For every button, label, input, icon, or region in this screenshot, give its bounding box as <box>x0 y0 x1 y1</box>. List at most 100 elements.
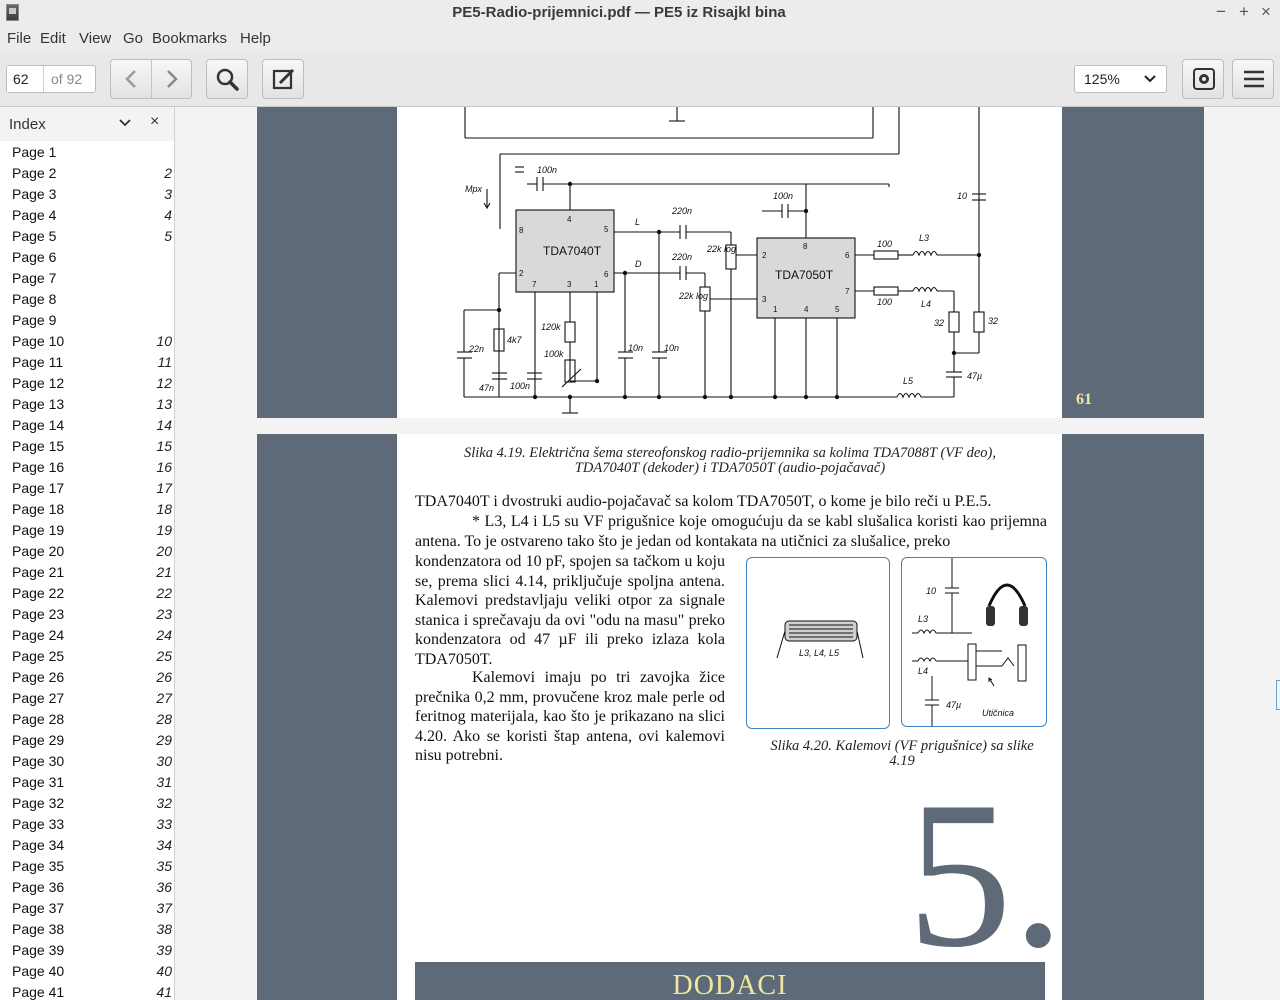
index-item[interactable]: Page 10 10 <box>0 331 174 352</box>
index-item[interactable]: Page 2 2 <box>0 163 174 184</box>
index-item[interactable]: Page 25 25 <box>0 646 174 667</box>
index-item[interactable]: Page 6 <box>0 247 174 268</box>
index-item[interactable]: Page 17 17 <box>0 478 174 499</box>
index-item[interactable]: Page 21 21 <box>0 562 174 583</box>
index-item[interactable]: Page 11 11 <box>0 352 174 373</box>
menu-go[interactable]: Go <box>123 30 143 47</box>
chevron-down-icon <box>1144 75 1156 83</box>
index-item[interactable]: Page 28 28 <box>0 709 174 730</box>
search-button[interactable] <box>206 59 248 99</box>
index-item-label: Page 5 <box>12 228 57 244</box>
chevron-down-icon[interactable] <box>119 119 131 127</box>
index-item-page: 21 <box>156 564 172 580</box>
schematic-label: 32 <box>934 318 944 328</box>
index-item[interactable]: Page 39 39 <box>0 940 174 961</box>
scroll-indicator[interactable] <box>1276 680 1280 710</box>
menu-bookmarks[interactable]: Bookmarks <box>152 30 227 47</box>
next-page-button[interactable] <box>152 60 192 98</box>
index-item[interactable]: Page 35 35 <box>0 856 174 877</box>
headphone-jack-schematic: 10 L3 L4 47µ Utičnica <box>912 558 1028 726</box>
index-item[interactable]: Page 4 4 <box>0 205 174 226</box>
index-item[interactable]: Page 20 20 <box>0 541 174 562</box>
index-item[interactable]: Page 40 40 <box>0 961 174 982</box>
index-item-page: 34 <box>156 837 172 853</box>
menu-edit[interactable]: Edit <box>40 30 66 47</box>
index-item[interactable]: Page 19 19 <box>0 520 174 541</box>
index-item[interactable]: Page 13 13 <box>0 394 174 415</box>
close-window-button[interactable]: × <box>1257 2 1275 22</box>
index-item[interactable]: Page 36 36 <box>0 877 174 898</box>
schematic-label: 100 <box>877 297 892 307</box>
index-item-page: 41 <box>156 984 172 1000</box>
index-item-label: Page 29 <box>12 732 65 748</box>
index-item[interactable]: Page 37 37 <box>0 898 174 919</box>
pin-label: 6 <box>604 270 609 279</box>
schematic-label: 100k <box>544 349 564 359</box>
close-sidebar-button[interactable]: × <box>150 113 159 131</box>
index-item-page: 25 <box>156 648 172 664</box>
index-item[interactable]: Page 26 26 <box>0 667 174 688</box>
index-item[interactable]: Page 9 <box>0 310 174 331</box>
menu-view[interactable]: View <box>79 30 111 47</box>
index-item[interactable]: Page 5 5 <box>0 226 174 247</box>
index-item[interactable]: Page 38 38 <box>0 919 174 940</box>
index-item[interactable]: Page 30 30 <box>0 751 174 772</box>
document-viewer[interactable]: TDA7040T TDA7050T 100n 100n 100n Mpx L D… <box>175 107 1280 1000</box>
settings-button[interactable] <box>1182 59 1224 99</box>
pin-label: 3 <box>762 295 767 304</box>
previous-page-button[interactable] <box>111 60 151 98</box>
main-menu-button[interactable] <box>1232 59 1274 99</box>
pin-label: 2 <box>519 269 524 278</box>
index-item[interactable]: Page 24 24 <box>0 625 174 646</box>
index-item[interactable]: Page 34 34 <box>0 835 174 856</box>
index-item-label: Page 25 <box>12 648 65 664</box>
index-item-page: 33 <box>156 816 172 832</box>
pin-label: 7 <box>845 287 850 296</box>
index-item-label: Page 24 <box>12 627 65 643</box>
index-item[interactable]: Page 29 29 <box>0 730 174 751</box>
page-number-input[interactable] <box>7 66 44 92</box>
index-item-page: 14 <box>156 417 172 433</box>
menu-file[interactable]: File <box>7 30 31 47</box>
index-item-label: Page 8 <box>12 291 57 307</box>
index-item[interactable]: Page 16 16 <box>0 457 174 478</box>
index-item[interactable]: Page 32 32 <box>0 793 174 814</box>
index-item[interactable]: Page 12 12 <box>0 373 174 394</box>
index-item-label: Page 21 <box>12 564 65 580</box>
index-item[interactable]: Page 27 27 <box>0 688 174 709</box>
index-item[interactable]: Page 31 31 <box>0 772 174 793</box>
minimize-button[interactable]: − <box>1212 2 1230 22</box>
sidebar-header: Index × <box>0 107 174 141</box>
index-item[interactable]: Page 33 33 <box>0 814 174 835</box>
index-item[interactable]: Page 22 22 <box>0 583 174 604</box>
index-item[interactable]: Page 7 <box>0 268 174 289</box>
index-item[interactable]: Page 1 <box>0 142 174 163</box>
index-item-label: Page 6 <box>12 249 57 265</box>
index-item-page: 29 <box>156 732 172 748</box>
schematic-label: Mpx <box>465 184 483 194</box>
page-selector: of 92 <box>6 65 96 93</box>
maximize-button[interactable]: + <box>1235 2 1253 22</box>
index-item[interactable]: Page 15 15 <box>0 436 174 457</box>
index-item-label: Page 41 <box>12 984 65 1000</box>
menu-help[interactable]: Help <box>240 30 271 47</box>
zoom-select[interactable]: 125% <box>1074 65 1167 93</box>
pin-label: 1 <box>773 305 778 314</box>
schematic-label: 22n <box>468 344 484 354</box>
index-item[interactable]: Page 3 3 <box>0 184 174 205</box>
annotate-button[interactable] <box>262 59 304 99</box>
index-item[interactable]: Page 8 <box>0 289 174 310</box>
sidebar-title[interactable]: Index <box>9 116 46 133</box>
index-item-page: 31 <box>156 774 172 790</box>
window-title: PE5-Radio-prijemnici.pdf — PE5 iz Risajk… <box>452 4 786 21</box>
index-item[interactable]: Page 14 14 <box>0 415 174 436</box>
index-item[interactable]: Page 41 41 <box>0 982 174 1000</box>
sidebar: Index × Page 1 Page 2 2 Page 3 3 Page 4 4 Page … <box>0 107 175 1000</box>
gear-icon <box>1193 68 1215 90</box>
figure-coils: L3, L4, L5 <box>746 557 890 729</box>
pin-label: 3 <box>567 280 572 289</box>
schematic-label: 22k log <box>706 244 736 254</box>
index-item-label: Page 27 <box>12 690 65 706</box>
index-item[interactable]: Page 23 23 <box>0 604 174 625</box>
index-item[interactable]: Page 18 18 <box>0 499 174 520</box>
